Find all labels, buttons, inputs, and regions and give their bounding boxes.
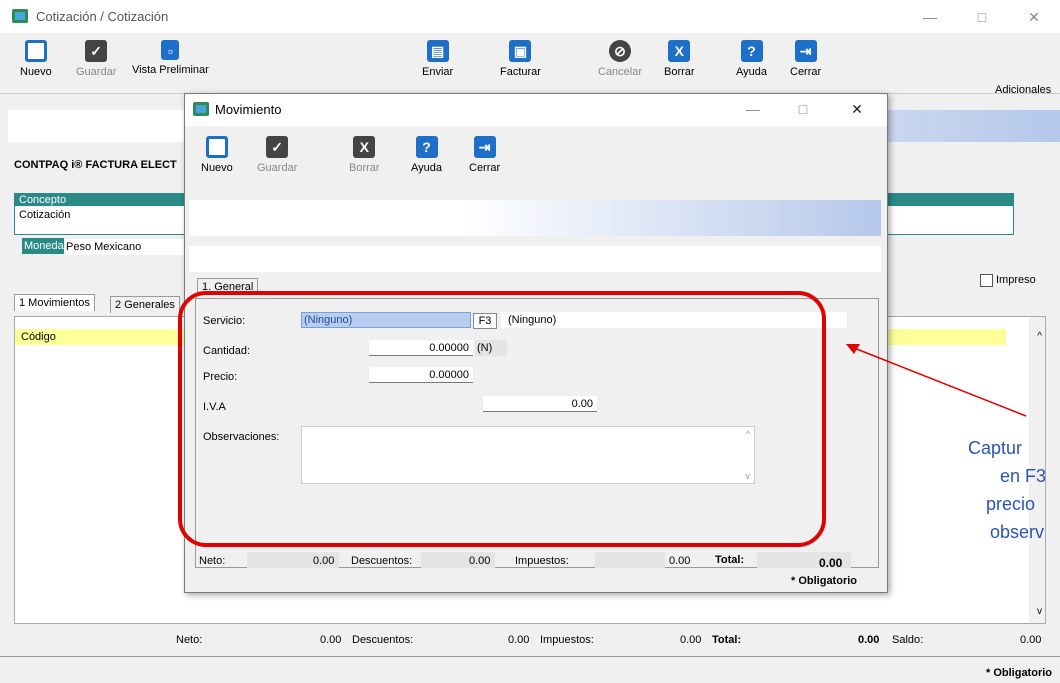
dialog-title: Movimiento (215, 102, 282, 117)
dialog-guardar-button[interactable]: ✓ Guardar (257, 136, 297, 174)
dialog-descuentos-label: Descuentos: (351, 555, 413, 567)
main-neto-label: Neto: (176, 634, 203, 646)
window-titlebar: Cotización / Cotización — □ ✕ (0, 0, 1060, 33)
dialog-obligatorio: * Obligatorio (791, 575, 857, 587)
scroll-down-icon[interactable]: v (1037, 606, 1042, 617)
facturar-button[interactable]: ▣ Facturar (500, 40, 541, 78)
scroll-up-icon[interactable]: ^ (1037, 331, 1042, 342)
delete-icon: X (668, 40, 691, 62)
enviar-button[interactable]: ▤ Enviar (422, 40, 453, 78)
preview-icon: ▫ (161, 40, 180, 60)
main-saldo-value: 0.00 (1020, 634, 1042, 646)
window-title: Cotización / Cotización (36, 9, 169, 24)
dialog-titlebar: Movimiento — □ ✕ (185, 94, 887, 126)
main-descuentos-label: Descuentos: (352, 634, 414, 646)
help-icon: ? (740, 40, 763, 62)
impreso-label: Impreso (996, 274, 1036, 286)
annotation-arrow (846, 344, 1027, 417)
main-impuestos-label: Impuestos: (540, 634, 594, 646)
new-document-icon (24, 40, 47, 62)
tab-movimientos[interactable]: 1 Movimientos (14, 294, 95, 311)
dialog-close-button[interactable]: ✕ (837, 98, 877, 120)
check-icon: ✓ (85, 40, 108, 62)
main-total-value: 0.00 (858, 634, 880, 646)
dialog-app-icon (193, 102, 209, 116)
close-button[interactable]: ✕ (1014, 6, 1054, 28)
cancel-icon: ⊘ (609, 40, 632, 62)
dialog-total-value: 0.00 (819, 556, 843, 570)
dialog-neto-label: Neto: (199, 555, 226, 567)
dialog-maximize-button[interactable]: □ (783, 98, 823, 120)
dialog-impuestos-value: 0.00 (669, 555, 691, 567)
maximize-button[interactable]: □ (962, 6, 1002, 28)
moneda-label: Moneda (22, 238, 64, 254)
highlight-ring (178, 291, 826, 547)
annotation-line-3: precio (986, 494, 1036, 514)
annotation-line-4: observ (990, 522, 1045, 542)
dialog-impuestos-label: Impuestos: (515, 555, 569, 567)
vista-preliminar-button[interactable]: ▫ Vista Preliminar (132, 40, 209, 76)
dialog-minimize-button[interactable]: — (733, 98, 773, 120)
dialog-ayuda-button[interactable]: ? Ayuda (411, 136, 442, 174)
dialog-nuevo-button[interactable]: Nuevo (201, 136, 233, 174)
new-document-icon (205, 136, 228, 158)
invoice-icon: ▣ (509, 40, 532, 62)
ayuda-button[interactable]: ? Ayuda (736, 40, 767, 78)
delete-icon: X (353, 136, 376, 158)
dialog-white-strip (189, 246, 881, 272)
cerrar-button[interactable]: ⇥ Cerrar (790, 40, 821, 78)
dialog-total-label: Total: (715, 554, 745, 566)
nuevo-button[interactable]: Nuevo (20, 40, 52, 78)
dialog-borrar-button[interactable]: X Borrar (349, 136, 380, 174)
main-impuestos-value: 0.00 (680, 634, 702, 646)
check-icon: ✓ (266, 136, 289, 158)
exit-icon: ⇥ (794, 40, 817, 62)
annotation-line-1: Captur (968, 438, 1023, 458)
divider (0, 656, 1060, 657)
help-icon: ? (415, 136, 438, 158)
exit-icon: ⇥ (473, 136, 496, 158)
app-icon (12, 9, 28, 23)
minimize-button[interactable]: — (910, 6, 950, 28)
main-total-label: Total: (712, 634, 742, 646)
tab-generales[interactable]: 2 Generales (110, 296, 180, 313)
guardar-button[interactable]: ✓ Guardar (76, 40, 116, 78)
moneda-field[interactable]: Peso Mexicano (66, 239, 184, 255)
main-neto-value: 0.00 (320, 634, 342, 646)
annotation-line-2: en F3 (1000, 466, 1047, 486)
cancelar-button[interactable]: ⊘ Cancelar (598, 40, 642, 78)
dialog-descuentos-value: 0.00 (469, 555, 491, 567)
section-title: CONTPAQ i® FACTURA ELECT (14, 159, 177, 171)
dialog-impuestos-box (595, 552, 665, 568)
send-icon: ▤ (426, 40, 449, 62)
borrar-button[interactable]: X Borrar (664, 40, 695, 78)
main-saldo-label: Saldo: (892, 634, 924, 646)
main-descuentos-value: 0.00 (508, 634, 530, 646)
dialog-neto-value: 0.00 (313, 555, 335, 567)
adicionales-link[interactable]: Adicionales (995, 84, 1051, 96)
main-obligatorio: * Obligatorio (986, 667, 1052, 679)
dialog-band (189, 200, 881, 236)
dialog-cerrar-button[interactable]: ⇥ Cerrar (469, 136, 500, 174)
impreso-checkbox[interactable] (980, 274, 993, 287)
